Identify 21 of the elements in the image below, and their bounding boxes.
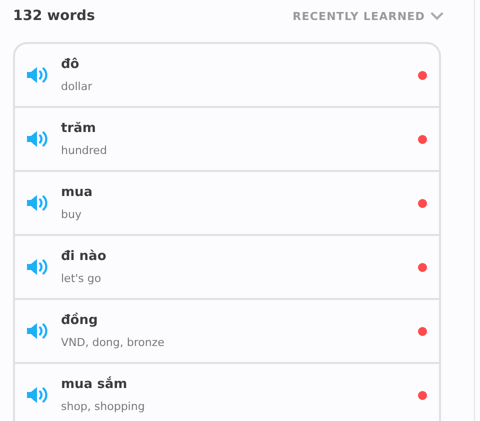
- translation-text: VND, dong, bronze: [61, 336, 166, 349]
- translation-text: let's go: [61, 272, 102, 285]
- speaker-icon[interactable]: [26, 129, 49, 149]
- translation-text: hundred: [61, 144, 108, 157]
- translation-text: buy: [61, 208, 82, 221]
- translation-text: shop, shopping: [61, 400, 146, 413]
- sort-dropdown[interactable]: RECENTLY LEARNED: [292, 10, 443, 22]
- speaker-icon[interactable]: [26, 193, 49, 213]
- speaker-icon[interactable]: [26, 257, 49, 277]
- speaker-icon[interactable]: [26, 65, 49, 85]
- word-count: 132 words: [13, 8, 95, 24]
- word-text: trăm: [61, 121, 97, 136]
- chevron-down-icon: [431, 12, 443, 20]
- word-text: đô: [61, 57, 80, 72]
- speaker-icon[interactable]: [26, 385, 49, 405]
- word-text: mua: [61, 185, 94, 200]
- speaker-icon[interactable]: [26, 321, 49, 341]
- word-text: đi nào: [61, 249, 108, 264]
- word-text: đồng: [61, 313, 99, 328]
- word-text: mua sắm: [61, 377, 128, 392]
- translation-text: dollar: [61, 80, 94, 93]
